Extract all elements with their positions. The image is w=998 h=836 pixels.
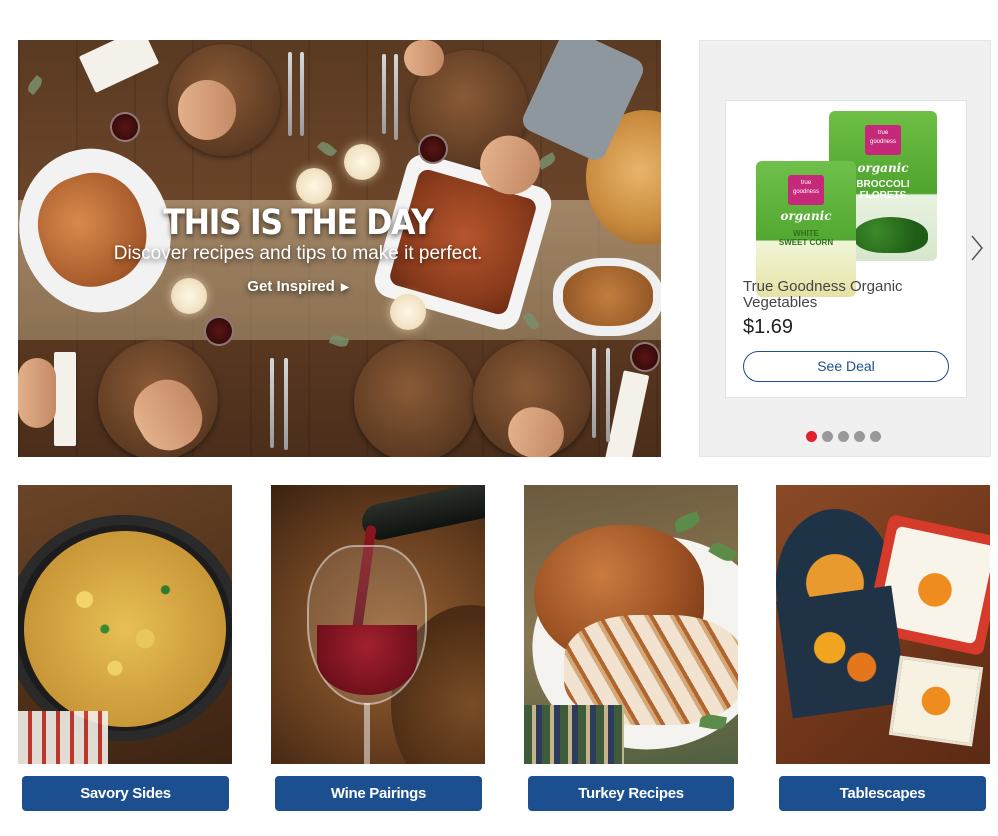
plate	[354, 340, 476, 457]
wine-glass	[630, 342, 660, 372]
see-deal-button[interactable]: See Deal	[743, 351, 949, 382]
brand-badge: true goodness	[865, 125, 901, 155]
veg-line1: BROCCOLI	[856, 179, 910, 190]
fork	[288, 52, 292, 136]
carousel-dot[interactable]	[822, 431, 833, 442]
pumpkin-napkin	[776, 585, 908, 719]
turkey-recipes-button[interactable]: Turkey Recipes	[528, 776, 734, 811]
deal-card[interactable]: true goodness organic BROCCOLI FLORETS t…	[725, 100, 967, 398]
deal-carousel: true goodness organic BROCCOLI FLORETS t…	[699, 40, 991, 457]
napkin	[78, 40, 160, 93]
wine-glass	[418, 134, 448, 164]
candle	[344, 144, 380, 180]
broccoli-image	[854, 217, 928, 253]
caret-right-icon: ▶	[341, 282, 349, 293]
carousel-dot[interactable]	[854, 431, 865, 442]
hand	[404, 40, 444, 76]
plaid-cloth	[524, 705, 624, 764]
fork	[270, 358, 274, 448]
brand-line1: true	[800, 180, 812, 186]
hero-title: THIS IS THE DAY	[163, 203, 433, 243]
brand-line1: true	[877, 130, 889, 136]
hand	[178, 80, 236, 140]
hero-subtitle: Discover recipes and tips to make it per…	[113, 243, 483, 264]
wine-pairings-button[interactable]: Wine Pairings	[275, 776, 482, 811]
fork	[606, 348, 610, 442]
fork	[394, 54, 398, 140]
brand-line2: goodness	[792, 189, 820, 195]
napkin	[54, 352, 76, 446]
fork	[300, 52, 304, 136]
deal-price: $1.69	[743, 316, 794, 338]
hand	[18, 358, 56, 428]
pasta-dish	[24, 531, 226, 727]
veg-line2: SWEET CORN	[778, 238, 834, 247]
hero-text-block: THIS IS THE DAY Discover recipes and tip…	[18, 205, 578, 296]
chevron-right-icon[interactable]	[970, 234, 984, 262]
wine-bottle	[358, 485, 485, 544]
red-wine	[317, 625, 417, 695]
fork	[382, 54, 386, 134]
tile-savory-sides-image[interactable]	[18, 485, 232, 764]
veg-line1: WHITE	[793, 229, 819, 238]
hero-banner[interactable]: THIS IS THE DAY Discover recipes and tip…	[18, 40, 661, 457]
savory-sides-button[interactable]: Savory Sides	[22, 776, 229, 811]
pumpkin-napkin-small	[888, 655, 984, 747]
fork	[284, 358, 288, 450]
get-inspired-link[interactable]: Get Inspired ▶	[247, 278, 348, 295]
kitchen-towel	[18, 711, 108, 764]
carousel-dot[interactable]	[806, 431, 817, 442]
carousel-dot[interactable]	[838, 431, 849, 442]
deal-product-title[interactable]: True Goodness Organic Vegetables	[743, 279, 943, 311]
leaf-garnish	[316, 139, 338, 159]
organic-label: organic	[780, 209, 832, 223]
fork	[592, 348, 596, 438]
wine-glass	[204, 316, 234, 346]
get-inspired-label: Get Inspired	[247, 278, 335, 295]
glass-stem	[364, 703, 370, 764]
wine-glass	[110, 112, 140, 142]
carousel-dot[interactable]	[870, 431, 881, 442]
candle	[390, 294, 426, 330]
napkin	[604, 370, 650, 457]
candle	[296, 168, 332, 204]
tile-wine-pairings-image[interactable]	[271, 485, 485, 764]
tile-tablescapes-image[interactable]	[776, 485, 990, 764]
carousel-dots	[806, 431, 886, 443]
brand-badge: true goodness	[788, 175, 824, 205]
veg-name: WHITE SWEET CORN	[756, 229, 856, 247]
brand-line2: goodness	[869, 139, 897, 145]
tile-turkey-recipes-image[interactable]	[524, 485, 738, 764]
product-package-corn: true goodness organic WHITE SWEET CORN	[756, 161, 856, 297]
tablescapes-button[interactable]: Tablescapes	[779, 776, 986, 811]
veg-line2: FLORETS	[859, 190, 907, 201]
leaf-garnish	[25, 74, 45, 96]
herb-garnish	[672, 510, 702, 534]
